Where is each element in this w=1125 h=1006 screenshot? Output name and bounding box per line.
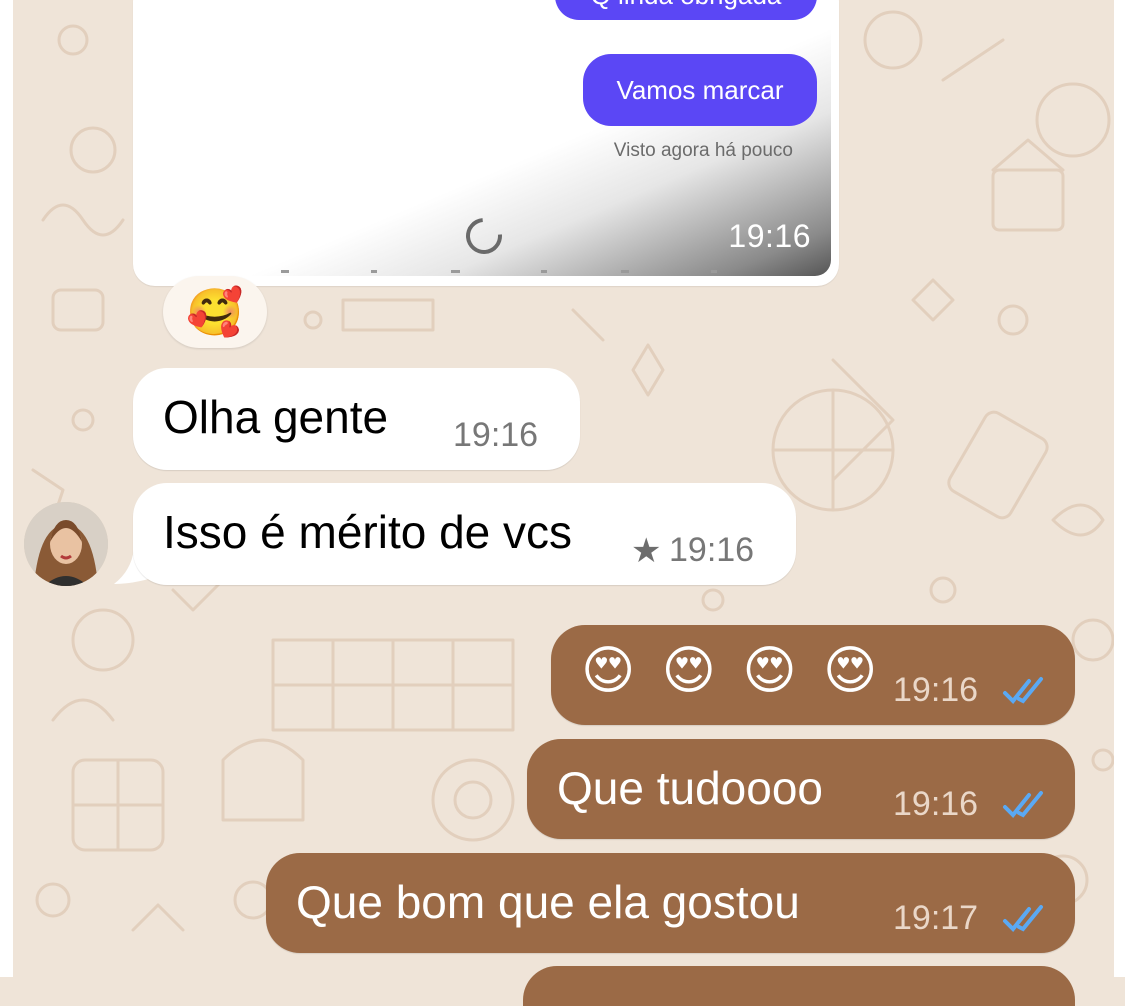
message-text: Que tudoooo (557, 762, 824, 814)
instagram-message-bubble: Q linda obrigada (555, 0, 817, 20)
message-time: 19:16 (893, 785, 979, 823)
message-text: Que bom que ela gostou (296, 876, 800, 928)
sender-avatar[interactable] (24, 502, 108, 586)
image-message-bubble[interactable]: Q linda obrigada Vamos marcar Visto agor… (133, 0, 839, 286)
message-text: Olha gente (163, 391, 389, 443)
double-check-icon (1003, 905, 1043, 932)
message-emoji-text: 😍 😍 😍 😍 (581, 642, 884, 700)
outgoing-message[interactable]: Que bom que ela gostou 19:17 (266, 853, 1075, 953)
reaction-badge[interactable]: 🥰 (163, 276, 267, 348)
double-check-icon (1003, 677, 1043, 704)
message-time: 19:17 (893, 899, 979, 937)
right-edge (1114, 0, 1125, 977)
reaction-emoji: 🥰 (186, 285, 244, 338)
message-time: 19:16 (893, 671, 979, 709)
instagram-message-text: Vamos marcar (616, 75, 784, 105)
incoming-message[interactable]: Isso é mérito de vcs ★ 19:16 (133, 483, 796, 585)
instagram-message-bubble: Vamos marcar (583, 54, 817, 126)
screenshot-image[interactable]: Q linda obrigada Vamos marcar Visto agor… (141, 0, 831, 276)
avatar-photo (24, 502, 108, 586)
double-check-icon (1003, 791, 1043, 818)
message-time: 19:16 (669, 531, 755, 569)
left-edge (0, 0, 13, 977)
outgoing-message[interactable]: Que tudoooo 19:16 (527, 739, 1075, 839)
instagram-message-text: Q linda obrigada (591, 0, 782, 10)
outgoing-message[interactable]: 😍 😍 😍 😍 19:16 (551, 625, 1075, 725)
star-icon: ★ (631, 532, 662, 570)
message-time: 19:16 (453, 416, 539, 454)
cropped-text-strip (281, 270, 717, 273)
incoming-message[interactable]: Olha gente 19:16 (133, 368, 580, 470)
message-time: 19:16 (728, 218, 811, 254)
outgoing-message-partial[interactable] (523, 966, 1075, 1006)
message-text: Isso é mérito de vcs (163, 506, 573, 558)
seen-status: Visto agora há pouco (613, 140, 793, 161)
spinner-icon (458, 210, 510, 262)
